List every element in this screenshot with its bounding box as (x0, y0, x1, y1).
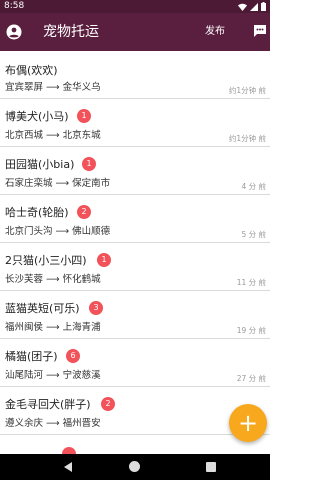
time-text: 27 分 前 (236, 374, 266, 383)
list-item[interactable]: 2只猫(小三小四) 1 长沙芙蓉 ⟶ 怀化鹤城 11 分 前 (0, 243, 270, 291)
route-text: 福州闽侯 ⟶ 上海青浦 (5, 322, 101, 333)
status-time: 8:58 (4, 1, 25, 11)
pet-title: 布偶(欢欢) (5, 64, 58, 77)
route-text: 汕尾陆河 ⟶ 宁波慈溪 (5, 370, 101, 381)
page-title: 宠物托运 (43, 24, 99, 40)
list-item[interactable]: 哈士奇(轮胎) 2 北京门头沟 ⟶ 佛山顺德 5 分 前 (0, 195, 270, 243)
pet-title: 田园猫(小bia) (5, 158, 75, 171)
recent-apps-icon[interactable] (206, 462, 216, 472)
route-text: 北京门头沟 ⟶ 佛山顺德 (5, 226, 111, 237)
back-icon[interactable] (64, 462, 72, 472)
pet-title: 蓝猫英短(可乐) (5, 302, 80, 315)
time-text: 19 分 前 (236, 326, 266, 335)
status-icons (238, 2, 266, 11)
pet-title: 博美犬(小马) (5, 110, 69, 123)
status-bar: 8:58 (0, 0, 270, 13)
route-text: 遵义余庆 ⟶ 福州晋安 (5, 418, 101, 429)
count-badge: 1 (82, 157, 96, 171)
navigation-bar (0, 454, 270, 480)
signal-icon (250, 2, 258, 11)
chat-icon[interactable] (253, 24, 267, 38)
app-bar: 宠物托运 发布 (0, 13, 270, 51)
shipment-list: 布偶(欢欢) 宜宾翠屏 ⟶ 金华义乌 约1分钟 前 博美犬(小马) 1 北京西城… (0, 51, 270, 454)
time-text: 4 分 前 (241, 182, 266, 191)
publish-button[interactable]: 发布 (205, 25, 225, 39)
count-badge: 6 (66, 349, 80, 363)
time-text: 11 分 前 (236, 278, 266, 287)
list-item[interactable]: 蓝猫英短(可乐) 3 福州闽侯 ⟶ 上海青浦 19 分 前 (0, 291, 270, 339)
count-badge: 1 (97, 253, 111, 267)
route-text: 宜宾翠屏 ⟶ 金华义乌 (5, 82, 101, 93)
list-item[interactable]: 田园猫(小bia) 1 石家庄栾城 ⟶ 保定南市 4 分 前 (0, 147, 270, 195)
count-badge: 2 (101, 397, 115, 411)
pet-title: 2只猫(小三小四) (5, 254, 87, 267)
route-text: 长沙芙蓉 ⟶ 怀化鹤城 (5, 274, 101, 285)
count-badge: 1 (77, 109, 91, 123)
home-icon[interactable] (129, 461, 140, 472)
pet-title: 橘猫(团子) (5, 350, 58, 363)
route-text: 北京西城 ⟶ 北京东城 (5, 130, 101, 141)
add-button[interactable]: + (229, 404, 267, 442)
pet-title: 金毛寻回犬(胖子) (5, 398, 91, 411)
time-text: 5 分 前 (241, 230, 266, 239)
count-badge: 2 (77, 205, 91, 219)
list-item[interactable]: 布偶(欢欢) 宜宾翠屏 ⟶ 金华义乌 约1分钟 前 (0, 51, 270, 99)
pet-title: 哈士奇(轮胎) (5, 206, 69, 219)
account-circle-icon[interactable] (6, 24, 22, 40)
wifi-icon (238, 3, 247, 11)
time-text: 约1分钟 前 (228, 86, 266, 95)
list-item[interactable]: 橘猫(团子) 6 汕尾陆河 ⟶ 宁波慈溪 27 分 前 (0, 339, 270, 387)
time-text: 约1分钟 前 (228, 134, 266, 143)
battery-icon (261, 2, 266, 11)
list-item[interactable]: 博美犬(小马) 1 北京西城 ⟶ 北京东城 约1分钟 前 (0, 99, 270, 147)
route-text: 石家庄栾城 ⟶ 保定南市 (5, 178, 111, 189)
count-badge: 3 (89, 301, 103, 315)
